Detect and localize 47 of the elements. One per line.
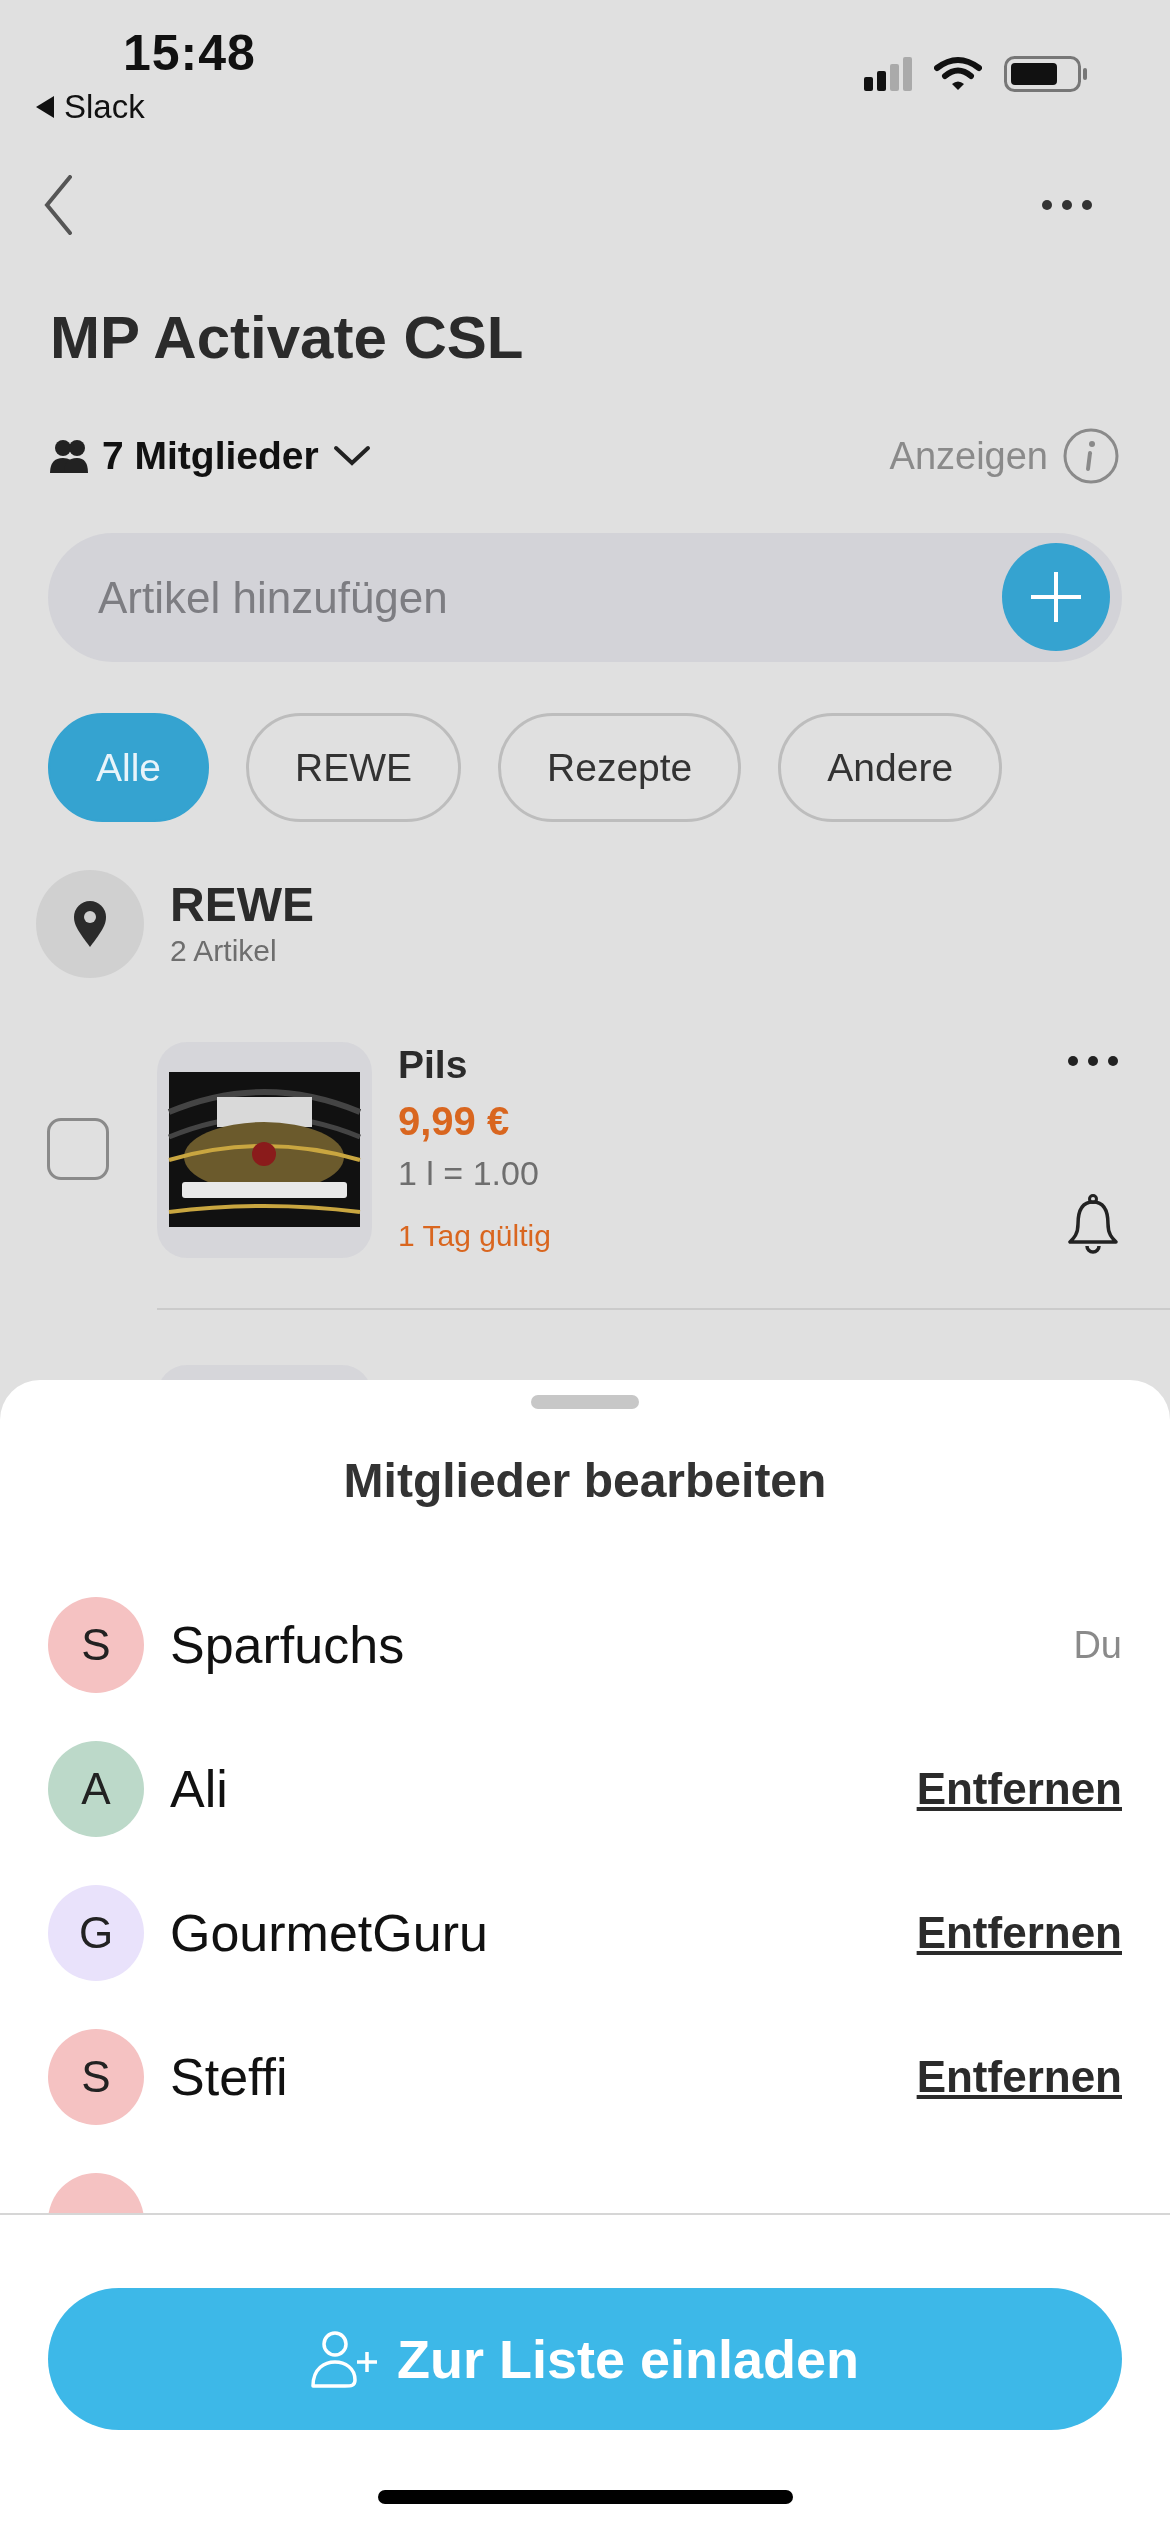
more-button[interactable] [1042, 200, 1092, 210]
avatar: S [48, 2029, 144, 2125]
remove-link[interactable]: Entfernen [916, 1908, 1122, 1958]
back-triangle-icon [36, 96, 54, 118]
store-name: REWE [170, 878, 314, 932]
you-label: Du [1073, 1623, 1122, 1667]
sheet-title: Mitglieder bearbeiten [342, 1453, 828, 1509]
avatar: G [48, 1885, 144, 1981]
add-item-field[interactable]: Artikel hinzufügen [48, 533, 1122, 662]
sheet-handle[interactable] [531, 1395, 639, 1409]
avatar: S [48, 1597, 144, 1693]
member-name: Steffi [170, 2047, 289, 2107]
info-icon [1062, 427, 1120, 485]
filter-chip[interactable]: Andere [778, 713, 1003, 822]
member-name: Ali [170, 1759, 229, 1819]
more-icon [1042, 200, 1092, 210]
back-button[interactable] [44, 175, 74, 235]
more-icon [1068, 1056, 1118, 1066]
people-icon [50, 439, 88, 473]
avatar: A [48, 1741, 144, 1837]
battery-icon [1004, 56, 1088, 92]
chevron-left-icon [44, 175, 74, 235]
member-name: GourmetGuru [170, 1903, 489, 1963]
filter-chip[interactable]: Rezepte [498, 713, 742, 822]
status-time: 15:48 [123, 24, 256, 82]
members-dropdown[interactable]: 7 Mitglieder [102, 434, 319, 478]
list-title: MP Activate CSL [50, 303, 525, 373]
item-name: Pils [398, 1042, 469, 1088]
plus-icon [1031, 572, 1081, 622]
checkbox[interactable] [47, 1118, 109, 1180]
filter-chip[interactable]: REWE [246, 713, 462, 822]
unit-price: 1 l = 1.00 [398, 1153, 540, 1194]
alert-button[interactable] [1068, 1194, 1118, 1254]
chevron-down-icon [332, 445, 371, 467]
location-pin-icon [74, 901, 106, 947]
member-name: Sparfuchs [170, 1615, 406, 1675]
item-more-button[interactable] [1068, 1056, 1118, 1066]
item-count: 2 Artikel [170, 933, 278, 969]
signal-icon [864, 57, 912, 91]
wifi-icon [934, 56, 982, 92]
back-to-app-link[interactable]: Slack [64, 88, 145, 126]
item-price: 9,99 € [398, 1098, 511, 1145]
bell-icon [1068, 1194, 1118, 1254]
add-person-icon [310, 2330, 379, 2388]
remove-link[interactable]: Entfernen [916, 2052, 1122, 2102]
remove-link[interactable]: Entfernen [916, 1764, 1122, 1814]
validity-label: 1 Tag gültig [398, 1218, 551, 1254]
